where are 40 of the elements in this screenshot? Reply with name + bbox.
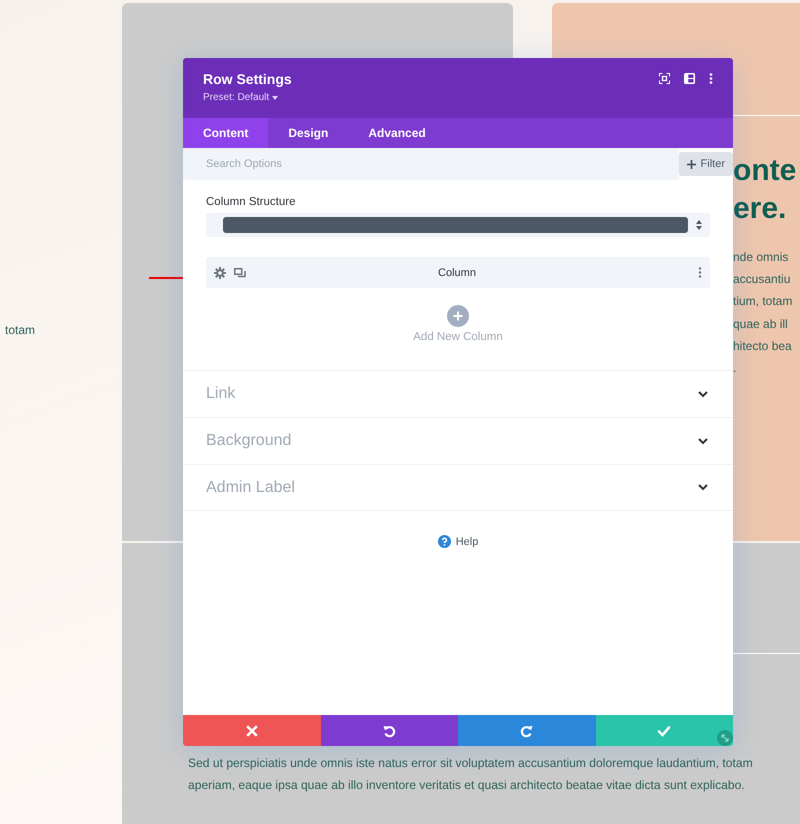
column-item[interactable]: Column <box>206 257 710 288</box>
body-text: . <box>733 360 738 378</box>
duplicate-icon[interactable] <box>234 268 246 278</box>
more-icon[interactable] <box>709 73 713 84</box>
body-text: nde omnis <box>733 249 790 266</box>
help-icon <box>438 535 451 548</box>
plus-icon <box>446 305 469 327</box>
preset-dropdown[interactable]: Preset: Default <box>203 92 278 103</box>
check-icon <box>657 724 672 738</box>
redo-icon <box>520 724 534 738</box>
body-text: Sed ut perspiciatis unde omnis iste natus error sit voluptatem accusantium doloremque laudantium, totam <box>188 755 754 772</box>
body-text: tium, totam <box>733 293 794 310</box>
caret-icon <box>272 96 278 100</box>
resize-handle-icon[interactable] <box>717 730 733 746</box>
chevron-down-icon <box>698 390 708 398</box>
search-field[interactable]: Search Options <box>183 148 679 180</box>
help-link[interactable]: Help <box>432 534 484 549</box>
heading-text: ere. <box>733 191 788 227</box>
up-down-arrows-icon <box>696 220 702 230</box>
gear-icon[interactable] <box>214 266 226 278</box>
filter-button[interactable]: Filter <box>678 152 733 176</box>
heading-text: onte <box>733 153 798 189</box>
body-text: totam <box>4 323 36 337</box>
layout-icon[interactable] <box>684 73 695 84</box>
chevron-down-icon <box>698 484 708 491</box>
close-icon <box>244 724 259 738</box>
body-text: quae ab ill <box>733 316 789 333</box>
body-text: hitecto bea <box>733 338 793 355</box>
undo-icon <box>382 724 396 738</box>
body-text: aperiam, eaque ipsa quae ab illo inventore veritatis et quasi architecto beatae vitae dicta sunt explicabo. <box>188 777 746 794</box>
more-icon[interactable] <box>698 267 702 278</box>
body-text: accusantiu <box>733 271 792 288</box>
tab[interactable]: Design <box>268 118 348 148</box>
dialog-title: Row Settings <box>203 71 292 87</box>
tab[interactable]: Content <box>183 118 268 148</box>
chevron-down-icon <box>698 438 708 444</box>
tab[interactable]: Advanced <box>348 118 446 148</box>
field-label: Column Structure <box>206 196 296 208</box>
focus-icon[interactable] <box>659 73 670 84</box>
plus-icon <box>686 160 696 168</box>
